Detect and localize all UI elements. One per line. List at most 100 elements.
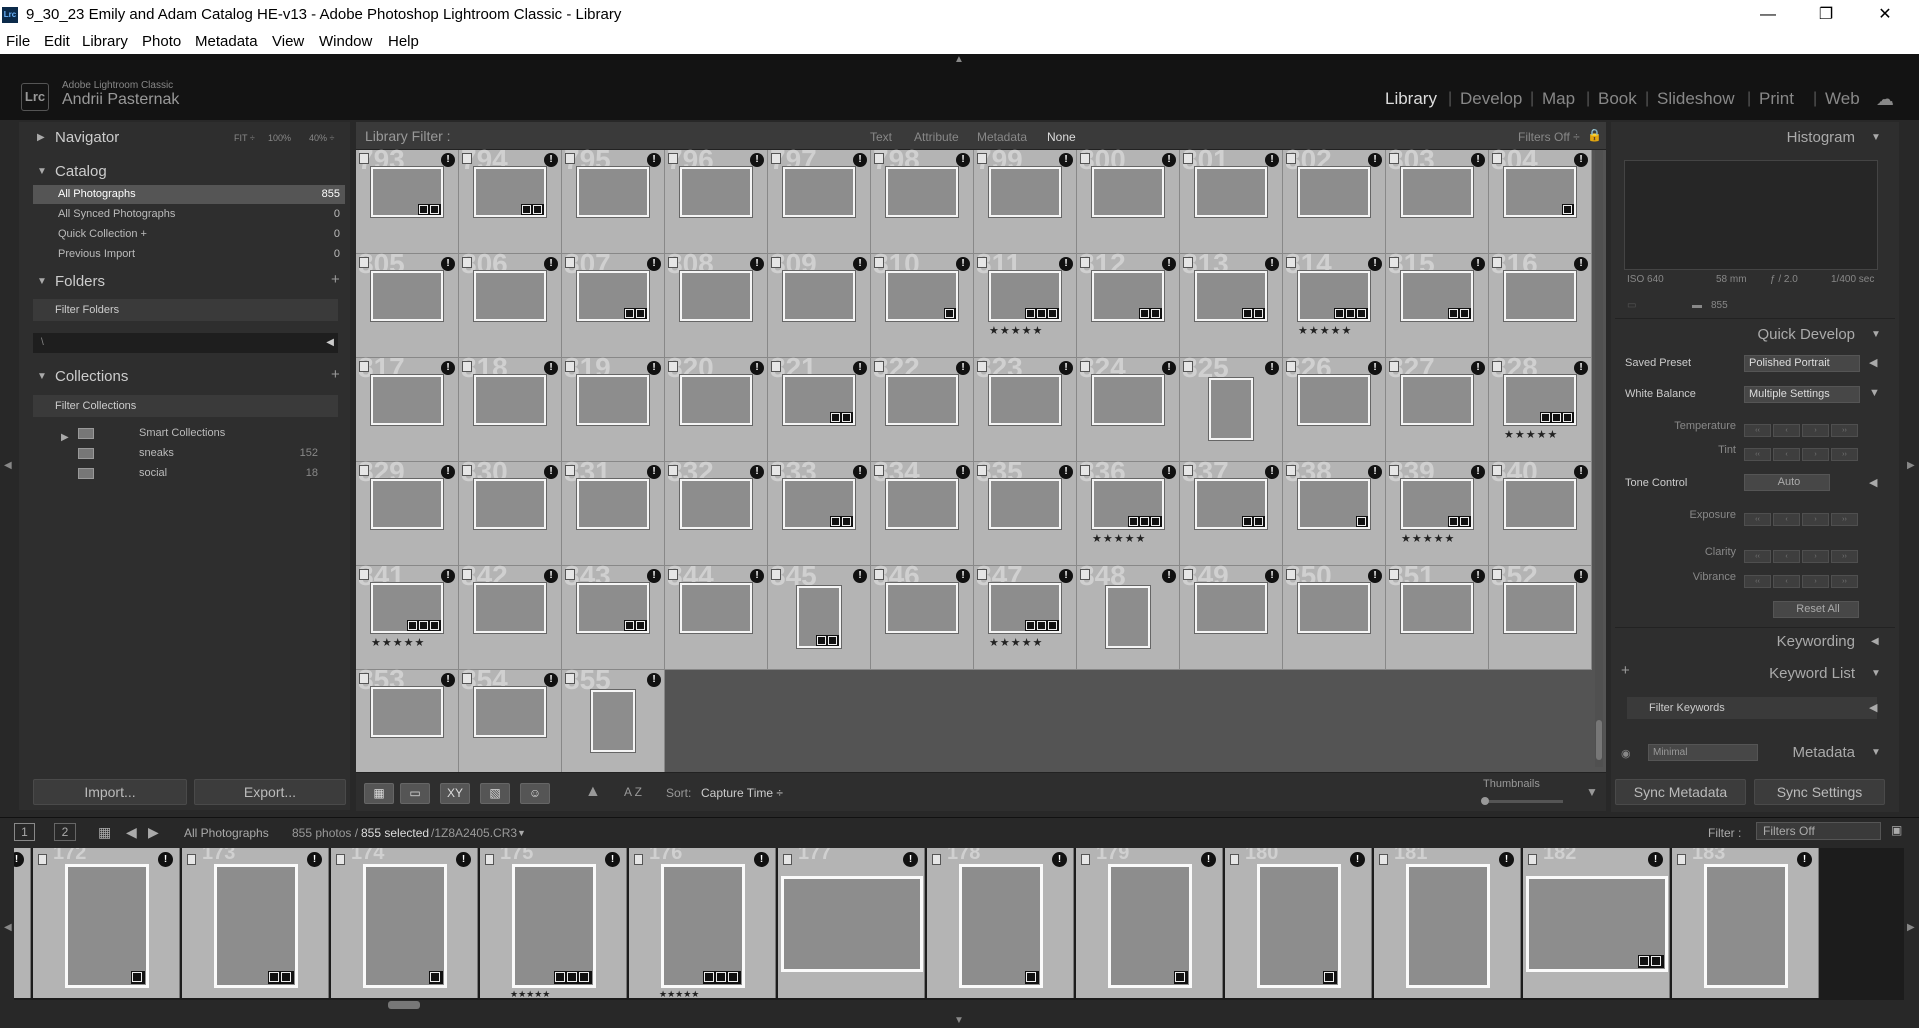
exposure-buttons[interactable]: ‹‹ ‹ › ›› — [1744, 508, 1862, 526]
grid-cell[interactable]: 849! — [1180, 560, 1283, 670]
warning-badge-icon[interactable]: ! — [1265, 465, 1279, 479]
saved-preset-expand-icon[interactable]: ◀ — [1869, 356, 1877, 369]
auto-tone-button[interactable]: Auto — [1744, 474, 1830, 491]
filmstrip-thumbnail[interactable] — [781, 876, 923, 972]
filmstrip-cell[interactable]: 171! — [14, 848, 31, 998]
compare-view-icon[interactable]: XY — [440, 783, 470, 804]
histogram-collapse-icon[interactable]: ▼ — [1871, 132, 1881, 143]
photo-thumbnail[interactable] — [886, 583, 958, 633]
grid-cell[interactable]: 821! — [768, 352, 871, 462]
add-folder-icon[interactable]: + — [331, 271, 340, 288]
grid-cell[interactable]: 854! — [459, 664, 562, 774]
flag-icon[interactable] — [1183, 465, 1193, 476]
collection-smart-collections[interactable]: ▶ Smart Collections — [33, 424, 338, 443]
flag-icon[interactable] — [462, 569, 472, 580]
collections-title[interactable]: Collections — [55, 368, 128, 385]
photo-thumbnail[interactable] — [989, 167, 1061, 217]
photo-thumbnail[interactable] — [1298, 583, 1370, 633]
tint-buttons[interactable]: ‹‹ ‹ › ›› — [1744, 443, 1862, 461]
flag-icon[interactable] — [977, 569, 987, 580]
photo-thumbnail[interactable] — [577, 479, 649, 529]
filmstrip-thumbnail[interactable] — [1108, 864, 1192, 988]
photo-thumbnail[interactable] — [989, 479, 1061, 529]
catalog-title[interactable]: Catalog — [55, 163, 107, 180]
flag-icon[interactable] — [1492, 257, 1502, 268]
sort-direction-icon[interactable]: A Z — [624, 785, 642, 799]
photo-thumbnail[interactable] — [1195, 167, 1267, 217]
grid-cell[interactable]: 834! — [871, 456, 974, 566]
white-balance-select[interactable]: Multiple Settings — [1744, 386, 1860, 403]
warning-badge-icon[interactable]: ! — [1368, 361, 1382, 375]
warning-badge-icon[interactable]: ! — [544, 673, 558, 687]
flag-icon[interactable] — [1389, 153, 1399, 164]
flag-icon[interactable] — [874, 465, 884, 476]
warning-badge-icon[interactable]: ! — [956, 257, 970, 271]
warning-badge-icon[interactable]: ! — [1368, 569, 1382, 583]
folders-collapse-icon[interactable]: ▼ — [37, 276, 47, 287]
filmstrip-scroll-left-icon[interactable]: ◀ — [4, 922, 12, 933]
minimize-icon[interactable]: — — [1745, 2, 1791, 28]
flag-icon[interactable] — [771, 257, 781, 268]
warning-badge-icon[interactable]: ! — [1162, 257, 1176, 271]
warning-badge-icon[interactable]: ! — [1265, 153, 1279, 167]
grid-cell[interactable]: 813! — [1180, 248, 1283, 358]
grid-cell[interactable]: 846! — [871, 560, 974, 670]
warning-badge-icon[interactable]: ! — [1162, 465, 1176, 479]
flag-icon[interactable] — [874, 153, 884, 164]
flag-icon[interactable] — [977, 153, 987, 164]
flag-icon[interactable] — [1286, 465, 1296, 476]
photo-thumbnail[interactable] — [474, 271, 546, 321]
grid-cell[interactable]: 850! — [1283, 560, 1386, 670]
warning-badge-icon[interactable]: ! — [647, 361, 661, 375]
filmstrip-cell[interactable]: 181! — [1374, 848, 1521, 998]
metadata-title[interactable]: Metadata — [1770, 744, 1855, 761]
vibrance-buttons[interactable]: ‹‹ ‹ › ›› — [1744, 570, 1862, 588]
filter-lock-icon[interactable]: ▣ — [1891, 823, 1902, 837]
filmstrip-cell[interactable]: 178! — [927, 848, 1074, 998]
flag-icon[interactable] — [874, 569, 884, 580]
file-dropdown-icon[interactable]: ▼ — [517, 828, 526, 838]
photo-thumbnail[interactable] — [577, 167, 649, 217]
sync-settings-button[interactable]: Sync Settings — [1754, 779, 1885, 805]
filmstrip-cell[interactable]: 175! ★★★★★ — [480, 848, 627, 999]
histogram-title[interactable]: Histogram — [1780, 129, 1855, 146]
photo-thumbnail[interactable] — [783, 271, 855, 321]
warning-badge-icon[interactable]: ! — [1059, 153, 1073, 167]
flag-icon[interactable] — [1492, 361, 1502, 372]
grid-cell[interactable]: 807! — [562, 248, 665, 358]
warning-badge-icon[interactable]: ! — [1574, 569, 1588, 583]
painter-icon[interactable]: ▲ — [585, 783, 601, 801]
saved-preset-select[interactable]: Polished Portrait — [1744, 355, 1860, 372]
grid-cell[interactable]: 804! — [1489, 144, 1592, 254]
menu-view[interactable]: View — [272, 33, 304, 50]
grid-cell[interactable]: 851! — [1386, 560, 1489, 670]
flag-icon[interactable] — [1528, 854, 1537, 865]
photo-thumbnail[interactable] — [886, 375, 958, 425]
flag-icon[interactable] — [874, 361, 884, 372]
lock-icon[interactable]: 🔒 — [1587, 128, 1602, 142]
warning-badge-icon[interactable]: ! — [750, 569, 764, 583]
warning-badge-icon[interactable]: ! — [1471, 569, 1485, 583]
warning-badge-icon[interactable]: ! — [853, 569, 867, 583]
warning-badge-icon[interactable]: ! — [647, 569, 661, 583]
filter-text[interactable]: Text — [870, 130, 892, 144]
photo-thumbnail[interactable] — [783, 167, 855, 217]
second-window-button[interactable]: 2 — [54, 823, 76, 841]
flag-icon[interactable] — [1080, 153, 1090, 164]
photo-thumbnail[interactable] — [591, 690, 635, 752]
module-library[interactable]: Library — [1385, 89, 1437, 109]
photo-thumbnail[interactable] — [680, 583, 752, 633]
photo-thumbnail[interactable] — [1106, 586, 1150, 648]
grid-cell[interactable]: 820! — [665, 352, 768, 462]
warning-badge-icon[interactable]: ! — [1201, 852, 1216, 867]
catalog-item-all-synced[interactable]: All Synced Photographs 0 — [33, 205, 345, 224]
flag-icon[interactable] — [359, 673, 369, 684]
eye-icon[interactable]: ◉ — [1621, 747, 1631, 760]
grid-cell[interactable]: 806! — [459, 248, 562, 358]
photo-thumbnail[interactable] — [1092, 167, 1164, 217]
grid-cell[interactable]: 801! — [1180, 144, 1283, 254]
grid-cell[interactable]: 805! — [356, 248, 459, 358]
warning-badge-icon[interactable]: ! — [754, 852, 769, 867]
warning-badge-icon[interactable]: ! — [1574, 257, 1588, 271]
photo-thumbnail[interactable] — [680, 167, 752, 217]
